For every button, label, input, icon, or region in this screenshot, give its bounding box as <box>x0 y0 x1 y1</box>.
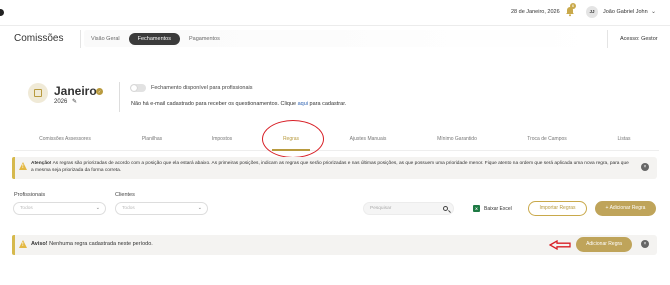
tab-fechamentos[interactable]: Fechamentos <box>128 32 180 45</box>
notice-title: Aviso! <box>31 241 48 247</box>
edit-icon[interactable]: ✎ <box>72 98 77 105</box>
chevron-down-icon: ⌄ <box>197 205 202 211</box>
period-month: Janeiro <box>54 84 97 98</box>
notice-accent-bar <box>12 235 15 255</box>
close-icon[interactable]: × <box>641 163 649 171</box>
rules-tabs: Comissões Assessores Planilhas Impostos … <box>14 136 659 148</box>
period-year: 2026 <box>54 99 68 105</box>
attention-body: As regras são priorizadas de acordo com … <box>31 161 629 173</box>
access-divider <box>607 30 608 48</box>
clients-select-value: Todos <box>122 206 135 211</box>
email-register-link[interactable]: aqui <box>298 101 308 107</box>
close-icon[interactable]: × <box>641 240 649 248</box>
attention-title: Atenção! <box>31 161 52 166</box>
add-rule-button[interactable]: + Adicionar Regra <box>595 201 656 216</box>
clients-label: Clientes <box>115 192 135 198</box>
attention-accent-bar <box>12 157 15 179</box>
annotation-circle <box>262 120 324 158</box>
email-message: Não há e-mail cadastrado para receber os… <box>131 101 346 107</box>
tab-comissoes-assessores[interactable]: Comissões Assessores <box>39 136 91 142</box>
period-divider <box>119 82 120 112</box>
professionals-select[interactable]: Todos ⌄ <box>13 202 106 215</box>
tab-planilhas[interactable]: Planilhas <box>142 136 162 142</box>
avatar[interactable]: JJ <box>586 6 598 18</box>
tab-visao-geral[interactable]: Visão Geral <box>82 33 129 45</box>
annotation-arrow-icon <box>549 240 571 250</box>
excel-icon[interactable]: X <box>473 205 480 212</box>
current-date: 28 de Janeiro, 2026 <box>511 9 560 15</box>
professionals-select-value: Todos <box>20 206 33 211</box>
calendar-icon <box>34 89 42 97</box>
download-excel-button[interactable]: Baixar Excel <box>484 206 512 212</box>
toggle-label: Fechamento disponível para profissionais <box>151 85 253 91</box>
tab-troca-de-campos[interactable]: Troca de Campos <box>527 136 567 142</box>
professionals-label: Profissionais <box>14 192 46 198</box>
notice-body: Nenhuma regra cadastrada neste período. <box>47 241 153 247</box>
tab-ajustes-manuais[interactable]: Ajustes Manuais <box>350 136 387 142</box>
email-message-end: para cadastrar. <box>308 101 347 107</box>
search-icon[interactable] <box>443 206 448 211</box>
tabs-divider <box>14 150 659 151</box>
chevron-down-icon: ⌄ <box>95 205 100 211</box>
access-level: Acesso: Gestor <box>620 36 658 42</box>
tab-impostos[interactable]: Impostos <box>212 136 232 142</box>
tab-listas[interactable]: Listas <box>617 136 630 142</box>
header-divider <box>0 25 670 26</box>
notice-text: Aviso! Nenhuma regra cadastrada neste pe… <box>31 241 153 247</box>
attention-text: Atenção! As regras são priorizadas de ac… <box>31 160 631 174</box>
warning-icon-mark: ! <box>22 242 24 248</box>
clients-select[interactable]: Todos ⌄ <box>115 202 208 215</box>
search-input[interactable]: Pesquisar <box>363 202 454 215</box>
search-placeholder: Pesquisar <box>370 206 392 211</box>
verified-icon: ✓ <box>96 88 103 95</box>
corner-dot <box>0 9 4 16</box>
tab-minimo-garantido[interactable]: Mínimo Garantido <box>437 136 477 142</box>
tab-pagamentos[interactable]: Pagamentos <box>180 33 229 45</box>
notification-badge: 6 <box>570 3 576 9</box>
page-title: Comissões <box>14 33 64 44</box>
email-message-text: Não há e-mail cadastrado para receber os… <box>131 101 298 107</box>
user-name[interactable]: João Gabriel John <box>603 9 648 15</box>
toggle-knob <box>131 85 137 91</box>
warning-icon-mark: ! <box>22 164 24 170</box>
notice-add-rule-button[interactable]: Adicionar Regra <box>576 237 632 252</box>
chevron-down-icon[interactable]: ⌄ <box>651 8 656 15</box>
title-divider <box>80 30 81 48</box>
import-rules-button[interactable]: Importar Regras <box>528 201 587 216</box>
section-nav: Visão Geral Fechamentos Pagamentos <box>82 32 229 45</box>
